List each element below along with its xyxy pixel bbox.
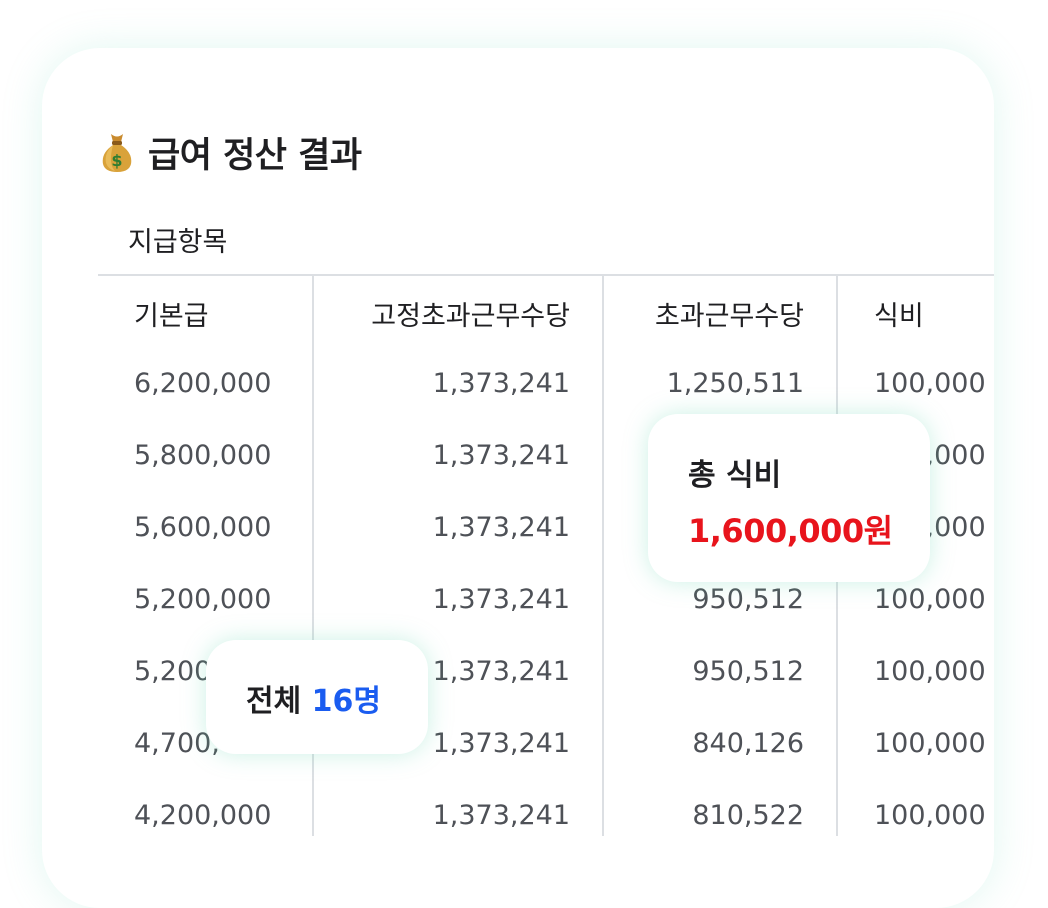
table-cell: 4,200,000: [134, 800, 272, 831]
table-cell: 100,000: [874, 656, 986, 687]
table-cell: 1,373,241: [432, 440, 570, 471]
table-cell: 840,126: [692, 728, 804, 759]
headcount-popup: 전체 16명: [206, 640, 428, 754]
table-cell: 100,000: [874, 584, 986, 615]
table-cell: 950,512: [692, 584, 804, 615]
svg-text:$: $: [111, 151, 122, 170]
table-cell: 100,000: [874, 800, 986, 831]
header-fixed-overtime: 고정초과근무수당: [371, 301, 570, 332]
table-cell: 100,000: [874, 728, 986, 759]
header-meal: 식비: [874, 301, 924, 332]
table-cell: 1,373,241: [432, 728, 570, 759]
page-title: 급여 정산 결과: [148, 135, 362, 176]
money-bag-icon: $: [102, 134, 132, 172]
meal-total-label: 총 식비: [688, 458, 782, 493]
table-cell: 1,373,241: [432, 584, 570, 615]
table-cell: 5,200,000: [134, 584, 272, 615]
table-cell: 6,200,000: [134, 368, 272, 399]
meal-total-popup: 총 식비 1,600,000원: [648, 414, 930, 582]
table-cell: 1,373,241: [432, 512, 570, 543]
table-cell: 100,000: [874, 368, 986, 399]
table-cell: 1,373,241: [432, 800, 570, 831]
header-base-pay: 기본급: [134, 301, 209, 332]
column-divider: [602, 276, 604, 836]
table-cell: 5,600,000: [134, 512, 272, 543]
headcount-text: 전체 16명: [246, 676, 381, 720]
table-cell: 5,800,000: [134, 440, 272, 471]
table-cell: 1,373,241: [432, 656, 570, 687]
table-cell: 810,522: [692, 800, 804, 831]
table-cell: 1,250,511: [666, 368, 804, 399]
payroll-result-card: $ 급여 정산 결과 지급항목 기본급 고정초과근무수당 초과근무수당 식비 6,200…: [42, 48, 994, 908]
headcount-label: 전체: [246, 684, 302, 719]
meal-total-value: 1,600,000원: [688, 512, 893, 550]
card-header: $ 급여 정산 결과: [100, 126, 362, 178]
table-cell: 1,373,241: [432, 368, 570, 399]
table-cell: 950,512: [692, 656, 804, 687]
section-label: 지급항목: [128, 227, 228, 258]
header-overtime: 초과근무수당: [654, 301, 804, 332]
headcount-value: 16명: [311, 684, 382, 719]
